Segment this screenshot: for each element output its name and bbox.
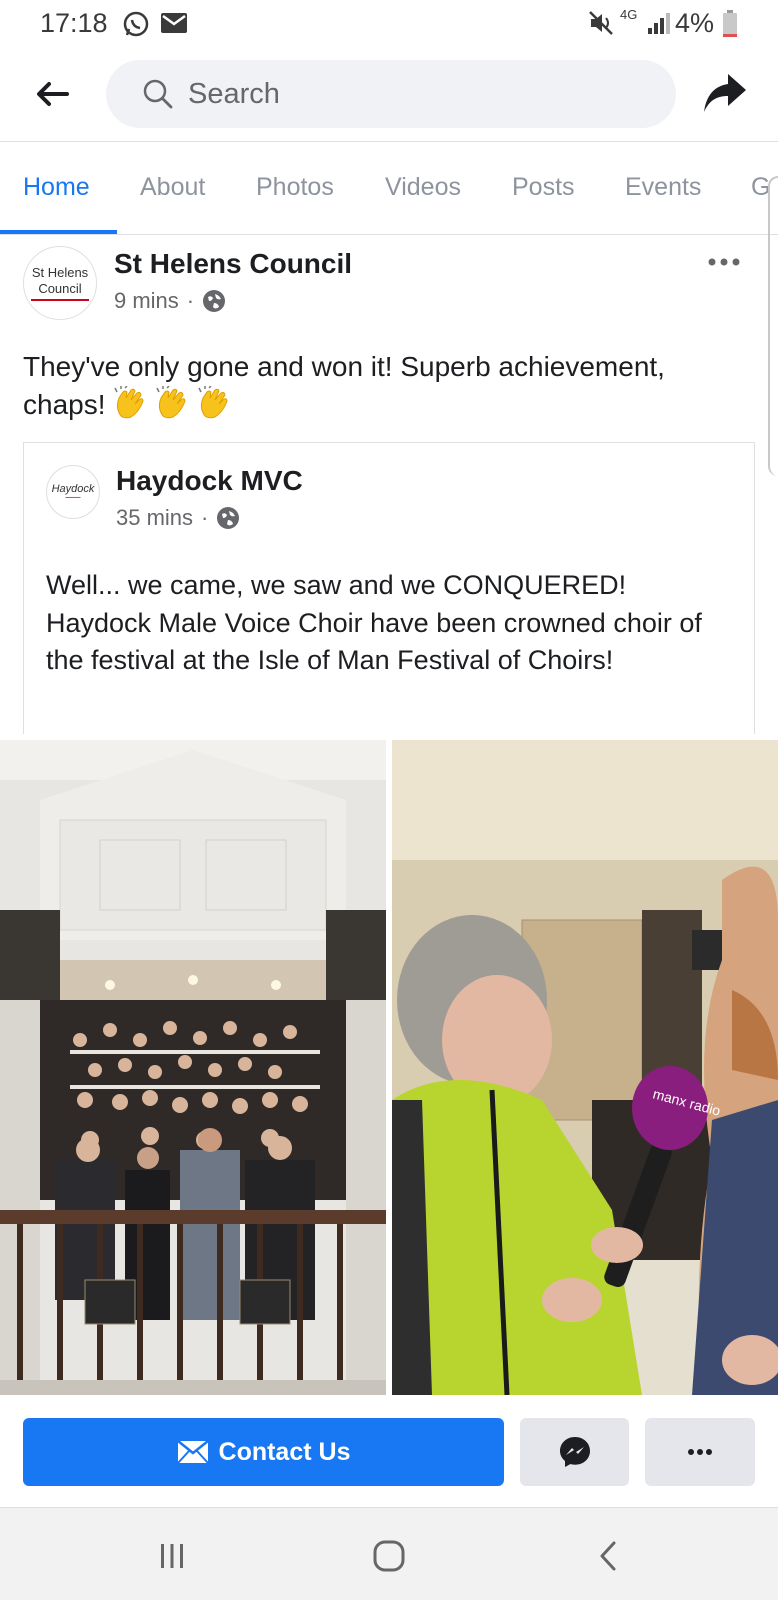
home-icon — [373, 1540, 405, 1572]
messenger-button[interactable] — [520, 1418, 629, 1486]
shared-page-name[interactable]: Haydock MVC — [116, 465, 303, 497]
more-actions-button[interactable] — [645, 1418, 755, 1486]
meta-separator: · — [186, 288, 195, 313]
search-box[interactable] — [106, 60, 676, 128]
contact-us-button[interactable]: Contact Us — [23, 1418, 504, 1486]
search-input[interactable] — [188, 74, 648, 114]
post-time[interactable]: 9 mins — [114, 288, 179, 314]
tab-home[interactable]: Home — [23, 173, 90, 202]
scroll-indicator — [768, 176, 778, 476]
page-action-bar: Contact Us — [0, 1396, 778, 1508]
page-tabs: Home About Photos Videos Posts Events G — [0, 143, 778, 235]
tab-photos[interactable]: Photos — [256, 173, 334, 202]
mute-icon — [588, 10, 614, 41]
share-button[interactable] — [700, 70, 750, 118]
avatar[interactable]: St Helens Council — [23, 246, 97, 320]
avatar-text-line: St Helens — [31, 265, 89, 280]
globe-icon — [203, 290, 226, 312]
globe-icon — [217, 507, 240, 529]
post-page-name[interactable]: St Helens Council — [114, 248, 352, 280]
top-bar — [0, 46, 778, 142]
network-label: 4G — [620, 7, 638, 22]
whatsapp-icon — [122, 10, 150, 43]
tab-videos[interactable]: Videos — [385, 173, 461, 202]
post-text: They've only gone and won it! Superb ach… — [23, 348, 753, 424]
more-dots-icon — [688, 1449, 712, 1455]
avatar[interactable]: Haydock ━━━━━ — [46, 465, 100, 519]
tab-about[interactable]: About — [140, 173, 205, 202]
shared-post-text: Well... we came, we saw and we CONQUERED… — [46, 570, 702, 675]
clapping-hands-icon — [113, 386, 155, 420]
back-button[interactable] — [30, 72, 74, 116]
avatar-logo-subline: ━━━━━ — [65, 495, 81, 501]
contact-us-label: Contact Us — [218, 1437, 351, 1466]
active-tab-indicator — [0, 230, 117, 234]
chevron-left-icon — [600, 1541, 616, 1571]
post-more-button[interactable] — [706, 254, 742, 270]
arrow-left-icon — [37, 82, 69, 106]
shared-post-meta: 35 mins · — [116, 505, 240, 531]
recent-apps-icon — [161, 1544, 183, 1568]
clapping-hands-icon — [197, 386, 231, 420]
gmail-icon — [160, 10, 188, 41]
shared-post[interactable]: Haydock ━━━━━ Haydock MVC 35 mins · Well… — [23, 442, 755, 734]
signal-icon — [646, 10, 672, 41]
recent-apps-button[interactable] — [152, 1536, 192, 1576]
tab-events[interactable]: Events — [625, 173, 701, 202]
system-back-button[interactable] — [588, 1536, 628, 1576]
photo-grid: manx radio — [0, 740, 778, 1395]
search-icon — [142, 78, 174, 115]
battery-icon — [722, 10, 738, 43]
more-dots-icon — [708, 258, 740, 266]
status-bar: 17:18 4G 4% — [0, 0, 778, 46]
share-arrow-icon — [704, 74, 746, 112]
messenger-icon — [559, 1437, 590, 1467]
system-nav-bar — [0, 1508, 778, 1600]
post-meta: 9 mins · — [114, 288, 226, 314]
avatar-logo-text: Haydock — [51, 483, 95, 495]
envelope-icon — [176, 1440, 209, 1464]
avatar-underline — [31, 299, 89, 301]
choir-group-photo[interactable] — [0, 740, 386, 1395]
status-time: 17:18 — [40, 8, 108, 38]
tab-posts[interactable]: Posts — [512, 173, 575, 202]
home-button[interactable] — [369, 1536, 409, 1576]
radio-interview-photo[interactable]: manx radio — [392, 740, 778, 1395]
clapping-hands-icon — [155, 386, 197, 420]
avatar-text-line: Council — [38, 281, 82, 296]
battery-percent: 4% — [674, 8, 714, 38]
shared-post-time[interactable]: 35 mins — [116, 505, 193, 531]
meta-separator: · — [201, 505, 209, 530]
